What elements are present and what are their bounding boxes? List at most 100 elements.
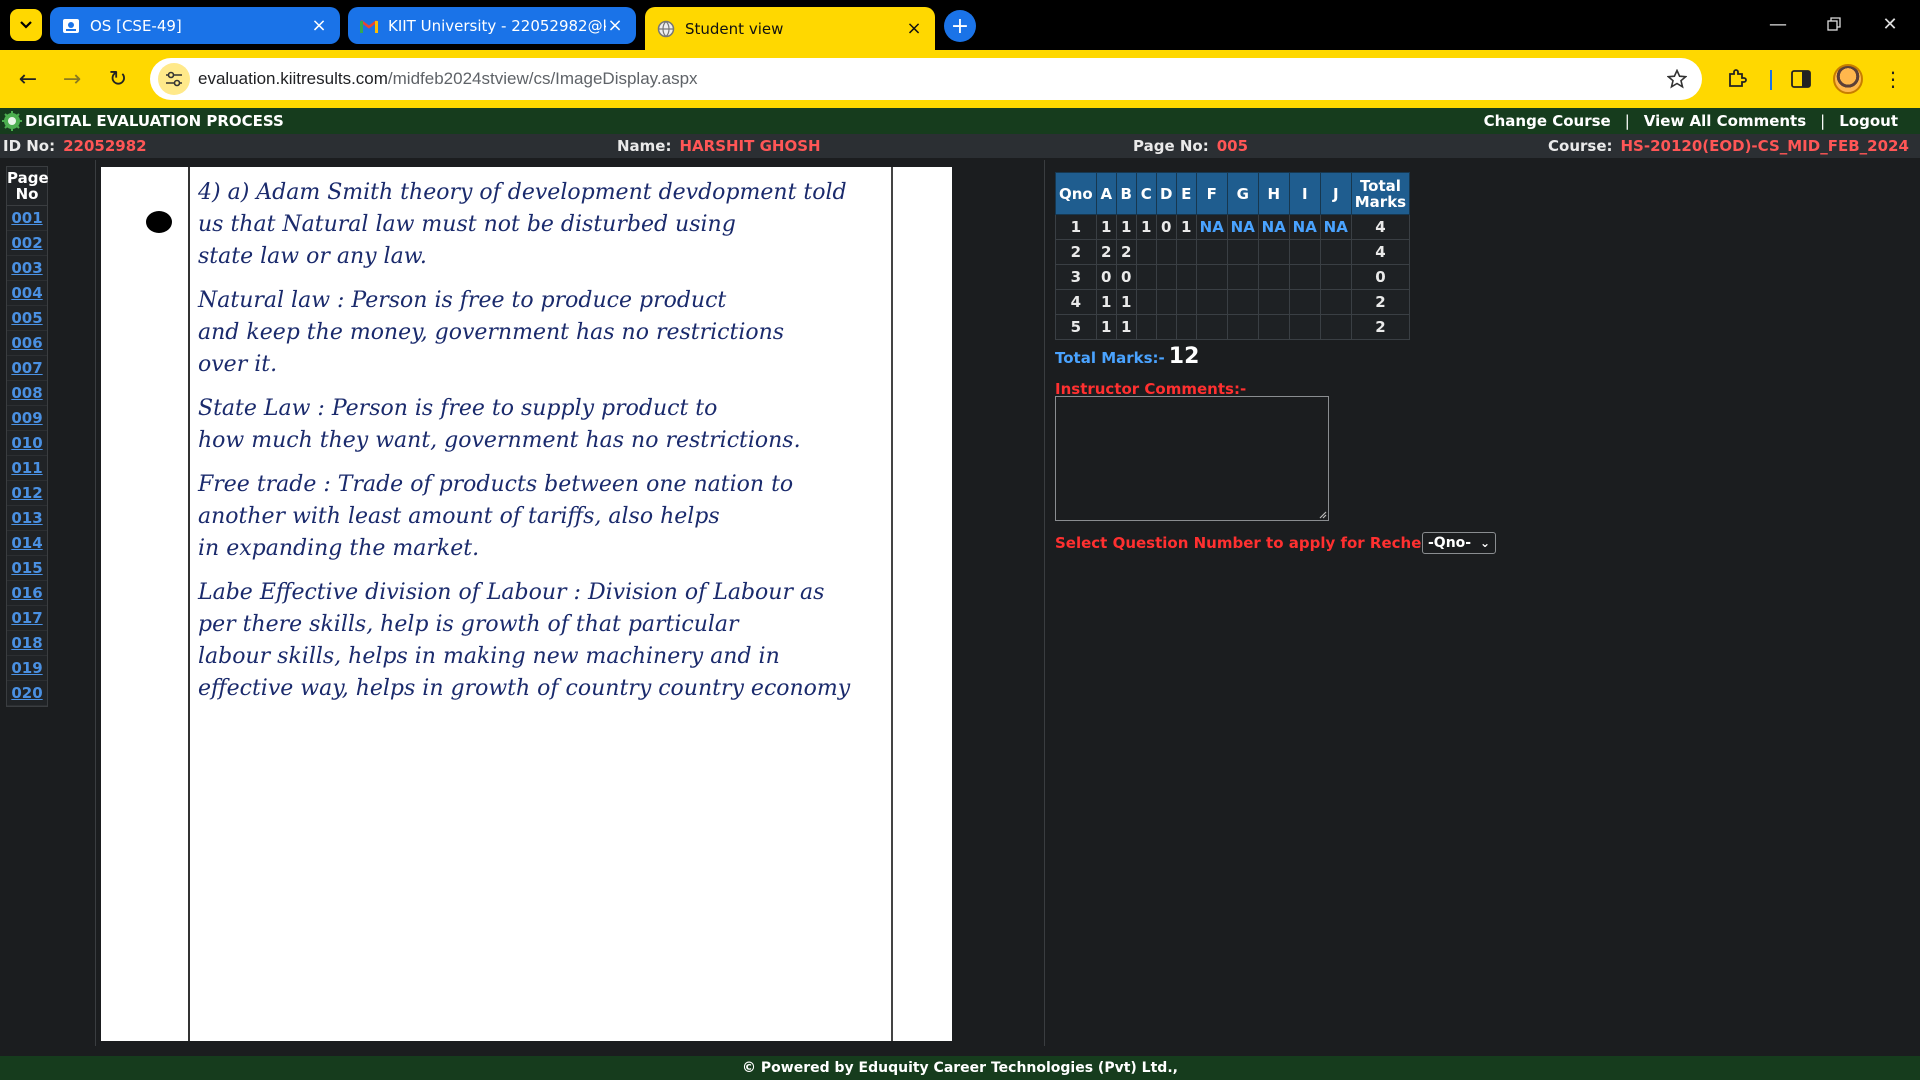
- marks-cell: [1226, 289, 1259, 315]
- marks-cell: 4: [1350, 239, 1411, 265]
- page-link-020[interactable]: 020: [7, 681, 47, 706]
- window-close-button[interactable]: ✕: [1876, 12, 1904, 36]
- page-link-013[interactable]: 013: [7, 506, 47, 531]
- answer-line: 4) a) Adam Smith theory of development d…: [198, 180, 847, 205]
- page-link-012[interactable]: 012: [7, 481, 47, 506]
- new-tab-button[interactable]: +: [944, 10, 976, 42]
- close-icon[interactable]: ×: [310, 16, 328, 35]
- marks-cell: [1175, 264, 1197, 290]
- arrow-left-icon: ←: [18, 66, 38, 92]
- marks-cell: NA: [1226, 214, 1259, 240]
- total-marks-label: Total Marks:-: [1055, 349, 1165, 367]
- page-links: 001 002 003 004 005 006 007 008 009 010 011 012 013 0…: [7, 206, 47, 706]
- page-link-010[interactable]: 010: [7, 431, 47, 456]
- marks-cell: NA: [1257, 214, 1290, 240]
- ink-dot: [146, 211, 172, 233]
- page-list-heading: Page No: [7, 167, 49, 206]
- page-link-014[interactable]: 014: [7, 531, 47, 556]
- marks-cell: 1: [1135, 214, 1157, 240]
- marks-cell: [1226, 314, 1259, 340]
- logout-link[interactable]: Logout: [1839, 112, 1898, 130]
- answer-line: per there skills, help is growth of that…: [198, 612, 739, 637]
- id-value: 22052982: [63, 137, 147, 155]
- page-link-011[interactable]: 011: [7, 456, 47, 481]
- page-link-008[interactable]: 008: [7, 381, 47, 406]
- browser-menu-button[interactable]: ⋮: [1878, 64, 1908, 94]
- page-link-007[interactable]: 007: [7, 356, 47, 381]
- footer: © Powered by Eduquity Career Technologie…: [0, 1056, 1920, 1080]
- minimize-button[interactable]: —: [1764, 12, 1792, 36]
- recheck-question-select[interactable]: -Qno- ⌄: [1422, 532, 1496, 554]
- marks-cell: [1288, 264, 1321, 290]
- logo-icon: [2, 111, 22, 131]
- page-link-018[interactable]: 018: [7, 631, 47, 656]
- kebab-menu-icon: ⋮: [1883, 67, 1903, 91]
- side-panel-button[interactable]: [1786, 64, 1816, 94]
- tab-search-button[interactable]: [10, 9, 42, 41]
- marks-cell: [1257, 239, 1290, 265]
- bookmark-button[interactable]: [1664, 66, 1690, 92]
- marks-cell: 4: [1055, 289, 1097, 315]
- tab-kiit-mail[interactable]: KIIT University - 22052982@ki ×: [348, 7, 636, 44]
- reload-icon: ↻: [108, 66, 128, 92]
- marks-cell: [1288, 314, 1321, 340]
- profile-avatar[interactable]: [1833, 64, 1863, 94]
- answer-line: State Law : Person is free to supply pro…: [198, 396, 718, 421]
- reload-button[interactable]: ↻: [104, 65, 132, 93]
- page-link-004[interactable]: 004: [7, 281, 47, 306]
- close-icon[interactable]: ×: [905, 19, 923, 38]
- extensions-button[interactable]: [1722, 64, 1752, 94]
- marks-row: 1 1 1 1 0 1 NA NA NA NA NA 4: [1055, 214, 1411, 240]
- marks-cell: 2: [1350, 314, 1411, 340]
- page-nav-column: Page No 001 002 003 004 005 006 007 008 009 010 01…: [0, 160, 96, 1046]
- marks-cell: 1: [1115, 289, 1137, 315]
- site-info-button[interactable]: [158, 63, 190, 95]
- marks-cell: [1195, 264, 1228, 290]
- marks-cell: [1319, 239, 1352, 265]
- chevron-down-icon: [20, 21, 32, 29]
- name-field: Name: HARSHIT GHOSH: [617, 137, 821, 155]
- id-label: ID No:: [3, 137, 56, 155]
- page-link-009[interactable]: 009: [7, 406, 47, 431]
- marks-cell: 2: [1115, 239, 1137, 265]
- marks-cell: 1: [1055, 214, 1097, 240]
- view-all-comments-link[interactable]: View All Comments: [1644, 112, 1806, 130]
- marks-cell: [1155, 239, 1177, 265]
- page-link-016[interactable]: 016: [7, 581, 47, 606]
- page-link-017[interactable]: 017: [7, 606, 47, 631]
- plus-icon: +: [950, 13, 970, 39]
- instructor-comments-textarea[interactable]: [1055, 396, 1329, 521]
- answer-line: state law or any law.: [198, 244, 427, 269]
- answer-line: us that Natural law must not be disturbe…: [198, 212, 736, 237]
- side-panel-icon: [1791, 70, 1811, 88]
- page-link-003[interactable]: 003: [7, 256, 47, 281]
- change-course-link[interactable]: Change Course: [1484, 112, 1611, 130]
- tab-os-cse49[interactable]: OS [CSE-49] ×: [50, 7, 340, 44]
- tab-student-view[interactable]: Student view ×: [645, 7, 935, 50]
- marks-column-header: Total Marks: [1350, 172, 1411, 215]
- address-field[interactable]: evaluation.kiitresults.com/midfeb2024stv…: [150, 58, 1702, 100]
- restore-button[interactable]: [1820, 12, 1848, 36]
- close-icon[interactable]: ×: [606, 16, 624, 35]
- back-button[interactable]: ←: [14, 65, 42, 93]
- forward-button[interactable]: →: [58, 65, 86, 93]
- resize-handle-icon[interactable]: [1318, 510, 1327, 519]
- marks-cell: 1: [1115, 314, 1137, 340]
- browser-tab-bar: OS [CSE-49] × KIIT University - 22052982…: [0, 0, 1920, 50]
- tab-title: Student view: [685, 19, 784, 38]
- page-link-005[interactable]: 005: [7, 306, 47, 331]
- page-no-label: Page No:: [1133, 137, 1209, 155]
- column-divider: [1044, 160, 1045, 1046]
- marks-cell: [1135, 289, 1157, 315]
- marks-column-header: E: [1175, 172, 1197, 215]
- page-link-019[interactable]: 019: [7, 656, 47, 681]
- page-link-002[interactable]: 002: [7, 231, 47, 256]
- toolbar-separator: [1770, 70, 1772, 90]
- page-link-001[interactable]: 001: [7, 206, 47, 231]
- marks-cell: 1: [1115, 214, 1137, 240]
- page-link-015[interactable]: 015: [7, 556, 47, 581]
- page-no-field: Page No: 005: [1133, 137, 1248, 155]
- marks-column-header: G: [1226, 172, 1259, 215]
- page-link-006[interactable]: 006: [7, 331, 47, 356]
- answer-line: Labe Effective division of Labour : Divi…: [198, 580, 825, 605]
